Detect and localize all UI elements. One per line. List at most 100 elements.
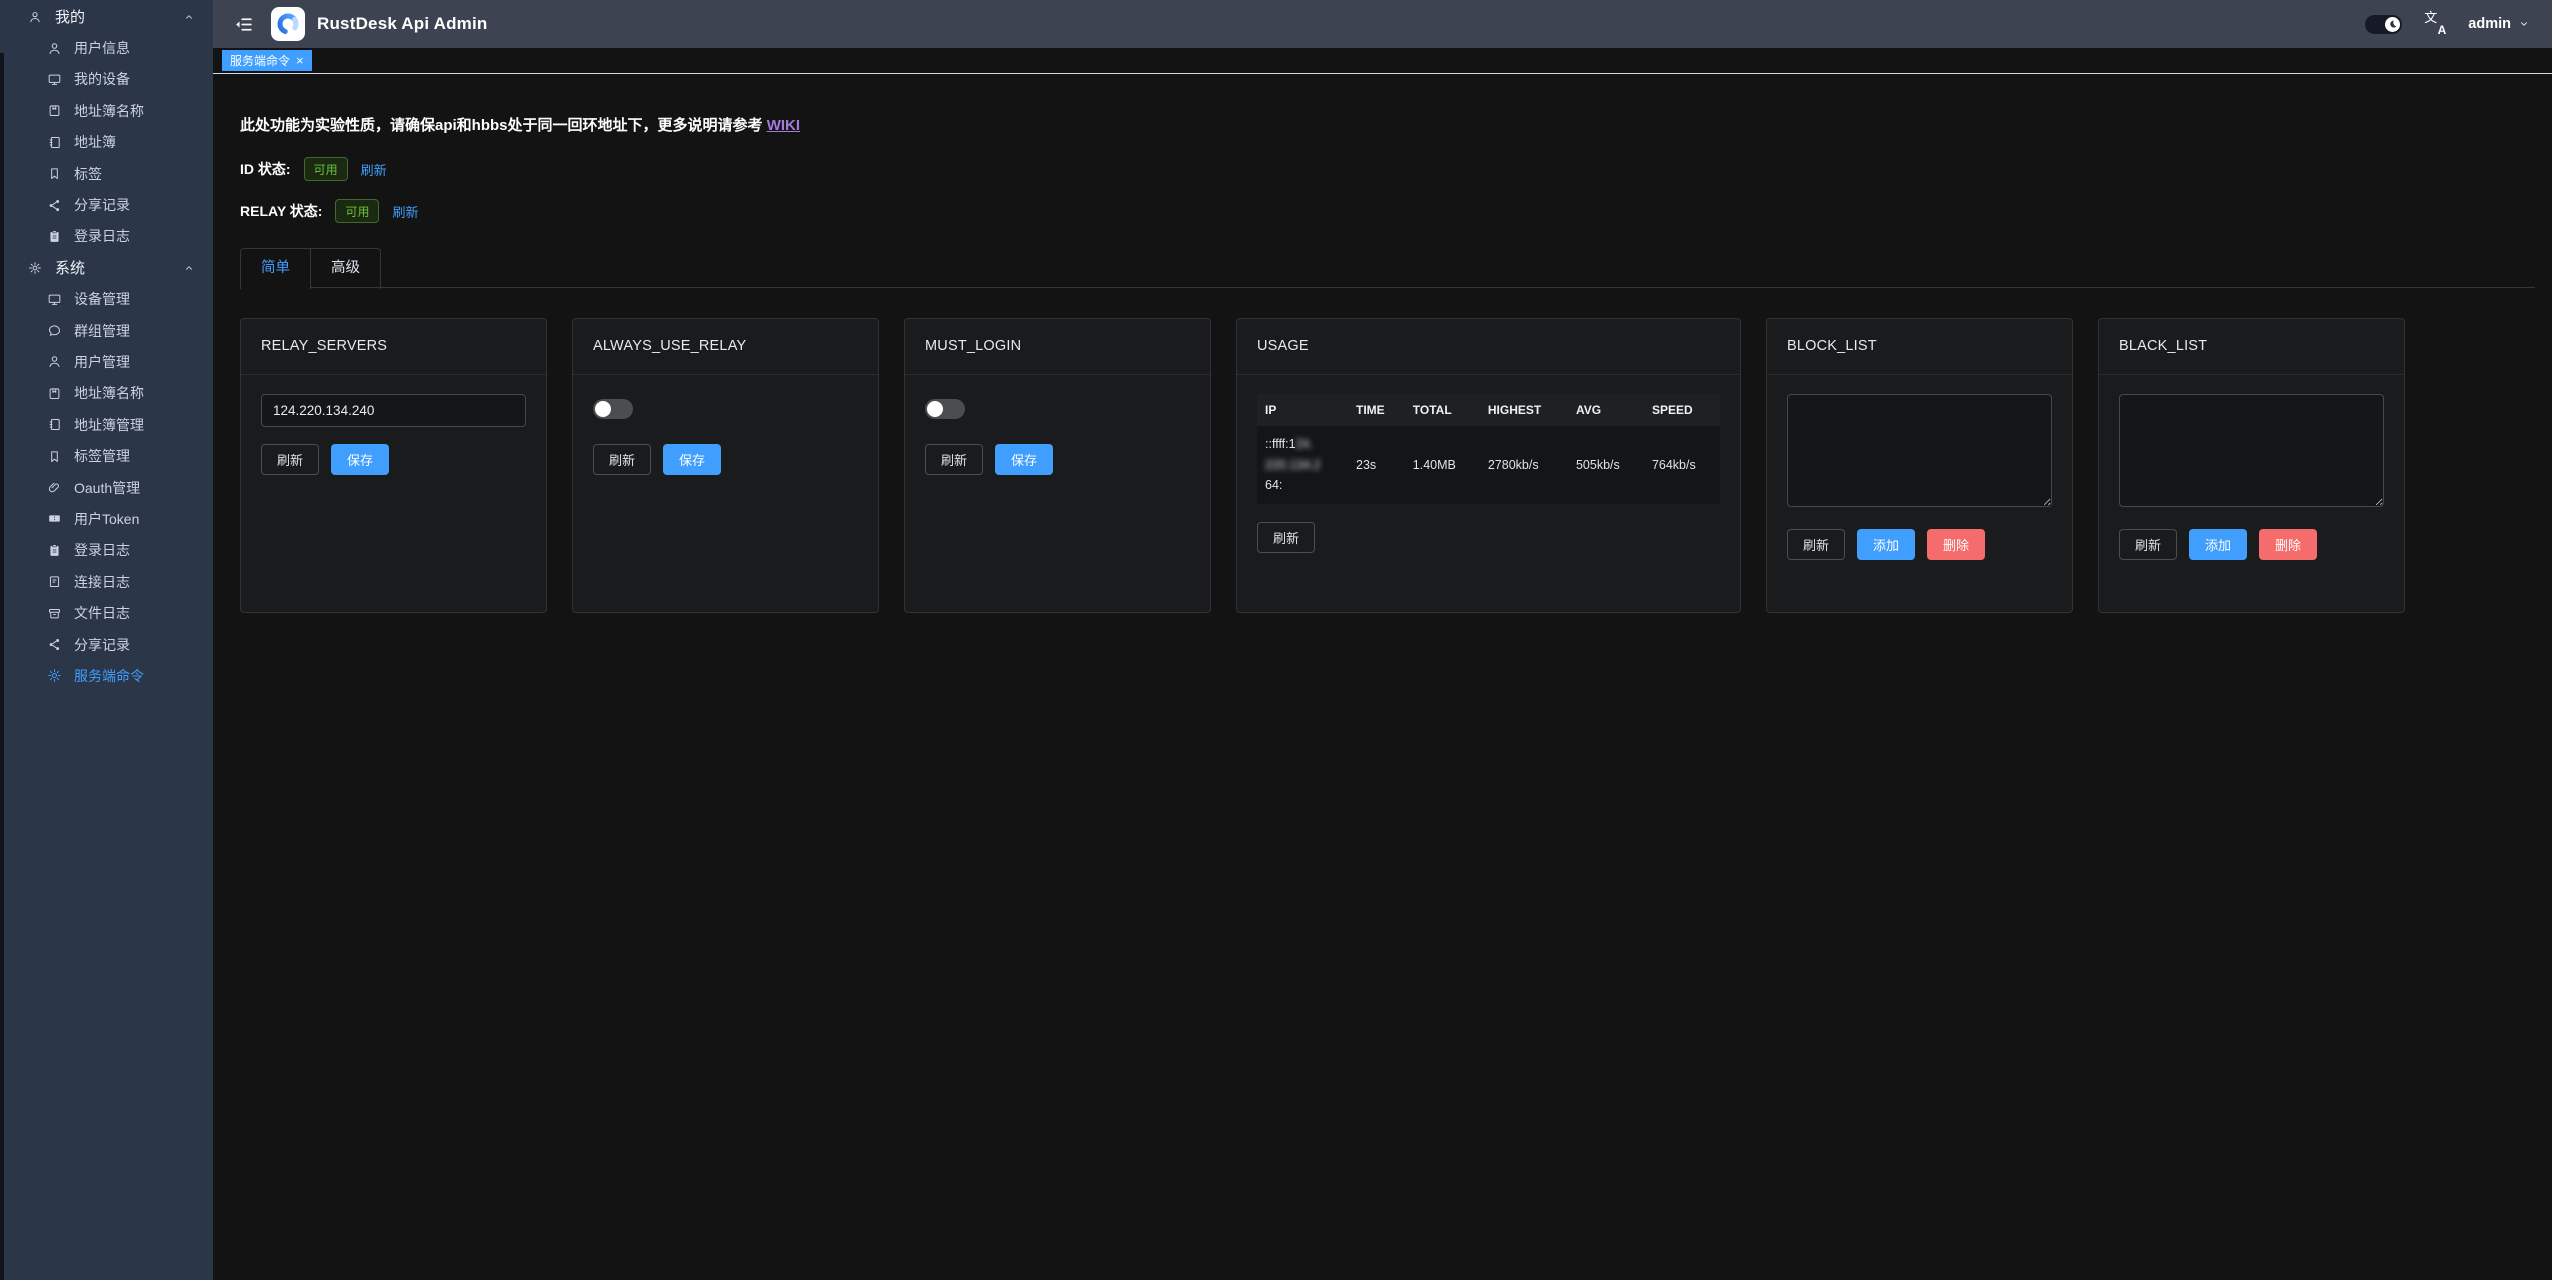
relay-refresh-link[interactable]: 刷新 <box>392 202 418 221</box>
refresh-button[interactable]: 刷新 <box>2119 529 2177 560</box>
clipboard-icon <box>47 229 62 244</box>
sidebar-section-label: 系统 <box>55 257 85 278</box>
ip-redacted: 220.134.2 <box>1265 458 1321 472</box>
card-body: 刷新 保存 <box>573 375 878 494</box>
sidebar-section-my[interactable]: 我的 <box>0 1 213 32</box>
button-row: 刷新 添加 删除 <box>2119 529 2384 560</box>
card-block-list: BLOCK_LIST 刷新 添加 删除 <box>1766 318 2073 613</box>
card-title: RELAY_SERVERS <box>241 319 546 375</box>
card-title: ALWAYS_USE_RELAY <box>573 319 878 375</box>
toggle-thumb <box>595 401 611 417</box>
sidebar-item-label: 文件日志 <box>74 603 130 623</box>
must-login-toggle[interactable] <box>925 399 965 419</box>
relay-servers-input[interactable] <box>261 394 526 427</box>
sidebar-item-user-info[interactable]: 用户信息 <box>0 32 213 63</box>
card-title: BLACK_LIST <box>2099 319 2404 375</box>
theme-toggle[interactable] <box>2365 15 2402 34</box>
sidebar-item-share-records-admin[interactable]: 分享记录 <box>0 629 213 660</box>
sidebar-section-system[interactable]: 系统 <box>0 252 213 283</box>
paperclip-icon <box>47 480 62 495</box>
delete-button[interactable]: 删除 <box>1927 529 1985 560</box>
tag-server-commands[interactable]: 服务端命令 × <box>222 50 312 71</box>
chat-icon <box>47 323 62 338</box>
gear-icon <box>28 261 42 275</box>
notebook-icon <box>47 135 62 150</box>
bookmark-icon <box>47 449 62 464</box>
id-status-row: ID 状态: 可用 刷新 <box>240 157 387 181</box>
close-icon[interactable]: × <box>296 54 304 67</box>
sidebar-item-label: 我的设备 <box>74 69 130 89</box>
page-title: RustDesk Api Admin <box>317 14 487 34</box>
save-button[interactable]: 保存 <box>995 444 1053 475</box>
id-refresh-link[interactable]: 刷新 <box>361 160 387 179</box>
always-use-relay-toggle[interactable] <box>593 399 633 419</box>
sidebar-item-login-logs-admin[interactable]: 登录日志 <box>0 535 213 566</box>
user-icon <box>47 41 62 56</box>
block-list-textarea[interactable] <box>1787 394 2052 507</box>
save-button[interactable]: 保存 <box>663 444 721 475</box>
user-dropdown[interactable]: admin <box>2468 16 2530 32</box>
sidebar-item-label: 连接日志 <box>74 572 130 592</box>
sidebar-item-addressbook[interactable]: 地址簿 <box>0 127 213 158</box>
sidebar-item-label: 登录日志 <box>74 540 130 560</box>
col-time: TIME <box>1348 394 1405 426</box>
sidebar-item-label: 分享记录 <box>74 195 130 215</box>
relay-status-row: RELAY 状态: 可用 刷新 <box>240 199 419 223</box>
sidebar-item-addressbook-management[interactable]: 地址簿管理 <box>0 409 213 440</box>
share-icon <box>47 637 62 652</box>
chevron-up-icon <box>183 262 195 274</box>
card-body: IP TIME TOTAL HIGHEST AVG SPEED ::ffff:1… <box>1237 375 1740 572</box>
button-row: 刷新 保存 <box>261 444 526 475</box>
archive-icon <box>47 606 62 621</box>
sidebar-item-label: 地址簿名称 <box>74 101 144 121</box>
sidebar-item-tag-management[interactable]: 标签管理 <box>0 440 213 471</box>
sidebar-item-my-devices[interactable]: 我的设备 <box>0 64 213 95</box>
sidebar-item-connection-logs[interactable]: 连接日志 <box>0 566 213 597</box>
sidebar-item-addressbook-names[interactable]: 地址簿名称 <box>0 95 213 126</box>
translate-icon[interactable]: 文 A <box>2424 13 2446 35</box>
add-button[interactable]: 添加 <box>2189 529 2247 560</box>
monitor-icon <box>47 72 62 87</box>
tags-view-bar: 服务端命令 × <box>213 48 2552 74</box>
sidebar-item-user-token[interactable]: 用户Token <box>0 503 213 534</box>
wiki-link[interactable]: WIKI <box>767 117 800 134</box>
sidebar-item-login-logs[interactable]: 登录日志 <box>0 221 213 252</box>
sidebar-item-server-commands[interactable]: 服务端命令 <box>0 660 213 691</box>
card-usage: USAGE IP TIME TOTAL HIGHEST AVG SPEED <box>1236 318 1741 613</box>
sidebar: 我的 用户信息 我的设备 地址簿名称 地址簿 标签 分享记录 登 <box>0 0 213 1280</box>
sidebar-item-device-management[interactable]: 设备管理 <box>0 284 213 315</box>
delete-button[interactable]: 删除 <box>2259 529 2317 560</box>
sidebar-item-file-logs[interactable]: 文件日志 <box>0 597 213 628</box>
refresh-button[interactable]: 刷新 <box>261 444 319 475</box>
black-list-textarea[interactable] <box>2119 394 2384 507</box>
address-book-icon <box>47 386 62 401</box>
refresh-button[interactable]: 刷新 <box>925 444 983 475</box>
tab-advanced[interactable]: 高级 <box>310 249 380 289</box>
translate-a-glyph: A <box>2438 24 2447 36</box>
tab-simple[interactable]: 简单 <box>241 249 310 289</box>
usage-highest-cell: 2780kb/s <box>1480 426 1568 504</box>
card-title: BLOCK_LIST <box>1767 319 2072 375</box>
sidebar-item-tags[interactable]: 标签 <box>0 158 213 189</box>
sidebar-item-user-management[interactable]: 用户管理 <box>0 346 213 377</box>
col-highest: HIGHEST <box>1480 394 1568 426</box>
sidebar-item-label: Oauth管理 <box>74 478 140 498</box>
hamburger-icon[interactable] <box>233 14 254 35</box>
sidebar-item-oauth-management[interactable]: Oauth管理 <box>0 472 213 503</box>
refresh-button[interactable]: 刷新 <box>593 444 651 475</box>
notice-text: 此处功能为实验性质，请确保api和hbbs处于同一回环地址下，更多说明请参考 <box>240 117 767 134</box>
sidebar-item-addressbook-names-admin[interactable]: 地址簿名称 <box>0 378 213 409</box>
refresh-button[interactable]: 刷新 <box>1787 529 1845 560</box>
usage-time-cell: 23s <box>1348 426 1405 504</box>
save-button[interactable]: 保存 <box>331 444 389 475</box>
sidebar-item-label: 地址簿名称 <box>74 383 144 403</box>
add-button[interactable]: 添加 <box>1857 529 1915 560</box>
sidebar-item-label: 设备管理 <box>74 289 130 309</box>
header-right: 文 A admin <box>2365 13 2530 35</box>
relay-status-label: RELAY 状态: <box>240 201 322 221</box>
sidebar-item-group-management[interactable]: 群组管理 <box>0 315 213 346</box>
card-body: 刷新 添加 删除 <box>2099 375 2404 579</box>
button-row: 刷新 <box>1257 522 1720 553</box>
refresh-button[interactable]: 刷新 <box>1257 522 1315 553</box>
sidebar-item-share-records[interactable]: 分享记录 <box>0 189 213 220</box>
